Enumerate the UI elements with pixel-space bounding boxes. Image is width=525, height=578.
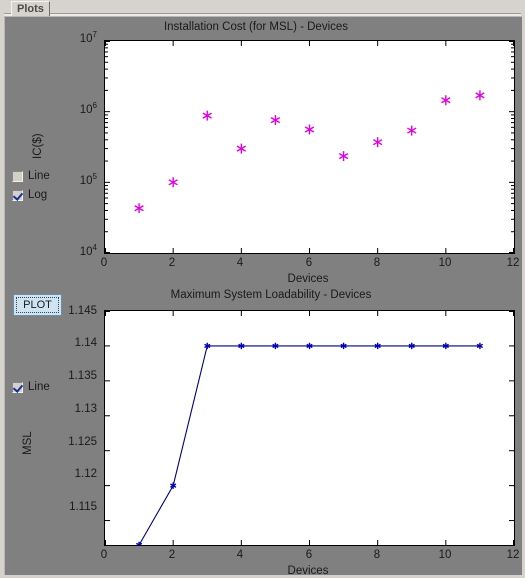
checkbox-row-bottom-line[interactable]: Line bbox=[12, 381, 50, 393]
checkbox-bottom-line-label: Line bbox=[28, 381, 50, 393]
checkbox-bottom-line[interactable] bbox=[12, 381, 23, 393]
top-chart-plot-area[interactable] bbox=[104, 40, 515, 254]
bottom-chart-ytick-113: 1.13 bbox=[74, 403, 97, 415]
bottom-chart-xtick-12: 12 bbox=[506, 549, 520, 561]
plots-panel: Installation Cost (for MSL) - Devices 10… bbox=[4, 16, 522, 577]
bottom-chart-ytick-1145: 1.145 bbox=[68, 305, 97, 317]
top-chart-xtick-6: 6 bbox=[305, 257, 313, 269]
top-chart-xtick-2: 2 bbox=[168, 257, 176, 269]
top-chart-xtick-12: 12 bbox=[506, 257, 520, 269]
top-chart-ytick-1e5: 105 bbox=[79, 172, 97, 187]
bottom-chart-xtick-10: 10 bbox=[438, 549, 452, 561]
top-chart-ylabel: IC($) bbox=[32, 133, 44, 159]
bottom-chart-xlabel: Devices bbox=[287, 565, 329, 577]
bottom-chart-canvas bbox=[105, 311, 514, 545]
top-chart-canvas bbox=[105, 41, 514, 253]
checkbox-top-line-label: Line bbox=[28, 170, 50, 182]
top-chart-xlabel: Devices bbox=[287, 273, 329, 285]
bottom-chart-xtick-2: 2 bbox=[168, 549, 176, 561]
top-chart-xtick-0: 0 bbox=[100, 257, 108, 269]
bottom-chart-ytick-1115: 1.115 bbox=[69, 501, 97, 513]
checkbox-top-log[interactable] bbox=[12, 189, 23, 201]
top-chart-xtick-4: 4 bbox=[236, 257, 244, 269]
tab-plots[interactable]: Plots bbox=[11, 1, 50, 16]
top-chart-xtick-10: 10 bbox=[438, 257, 452, 269]
checkbox-row-top-log[interactable]: Log bbox=[12, 189, 47, 201]
top-chart-title: Installation Cost (for MSL) - Devices bbox=[163, 21, 349, 33]
checkbox-top-line[interactable] bbox=[12, 170, 23, 182]
checkbox-row-top-line[interactable]: Line bbox=[12, 170, 50, 182]
bottom-chart-ytick-112: 1.12 bbox=[74, 468, 97, 480]
bottom-chart-xtick-0: 0 bbox=[100, 549, 108, 561]
top-chart-xtick-8: 8 bbox=[373, 257, 381, 269]
bottom-chart-ylabel: MSL bbox=[22, 431, 34, 455]
tab-strip: Plots bbox=[0, 0, 525, 17]
bottom-chart-title: Maximum System Loadability - Devices bbox=[170, 289, 372, 301]
bottom-chart-xtick-4: 4 bbox=[236, 549, 244, 561]
bottom-chart-plot-area[interactable] bbox=[104, 310, 515, 546]
top-chart-ytick-1e6: 106 bbox=[79, 101, 97, 116]
bottom-chart-ytick-1125: 1.125 bbox=[68, 436, 97, 448]
bottom-chart-xtick-6: 6 bbox=[305, 549, 313, 561]
checkbox-top-log-label: Log bbox=[28, 189, 48, 201]
plots-window: Plots Installation Cost (for MSL) - Devi… bbox=[0, 0, 525, 578]
bottom-chart-ytick-114: 1.14 bbox=[74, 337, 97, 349]
bottom-chart-xtick-8: 8 bbox=[373, 549, 381, 561]
top-chart-ytick-1e7: 107 bbox=[79, 30, 97, 45]
